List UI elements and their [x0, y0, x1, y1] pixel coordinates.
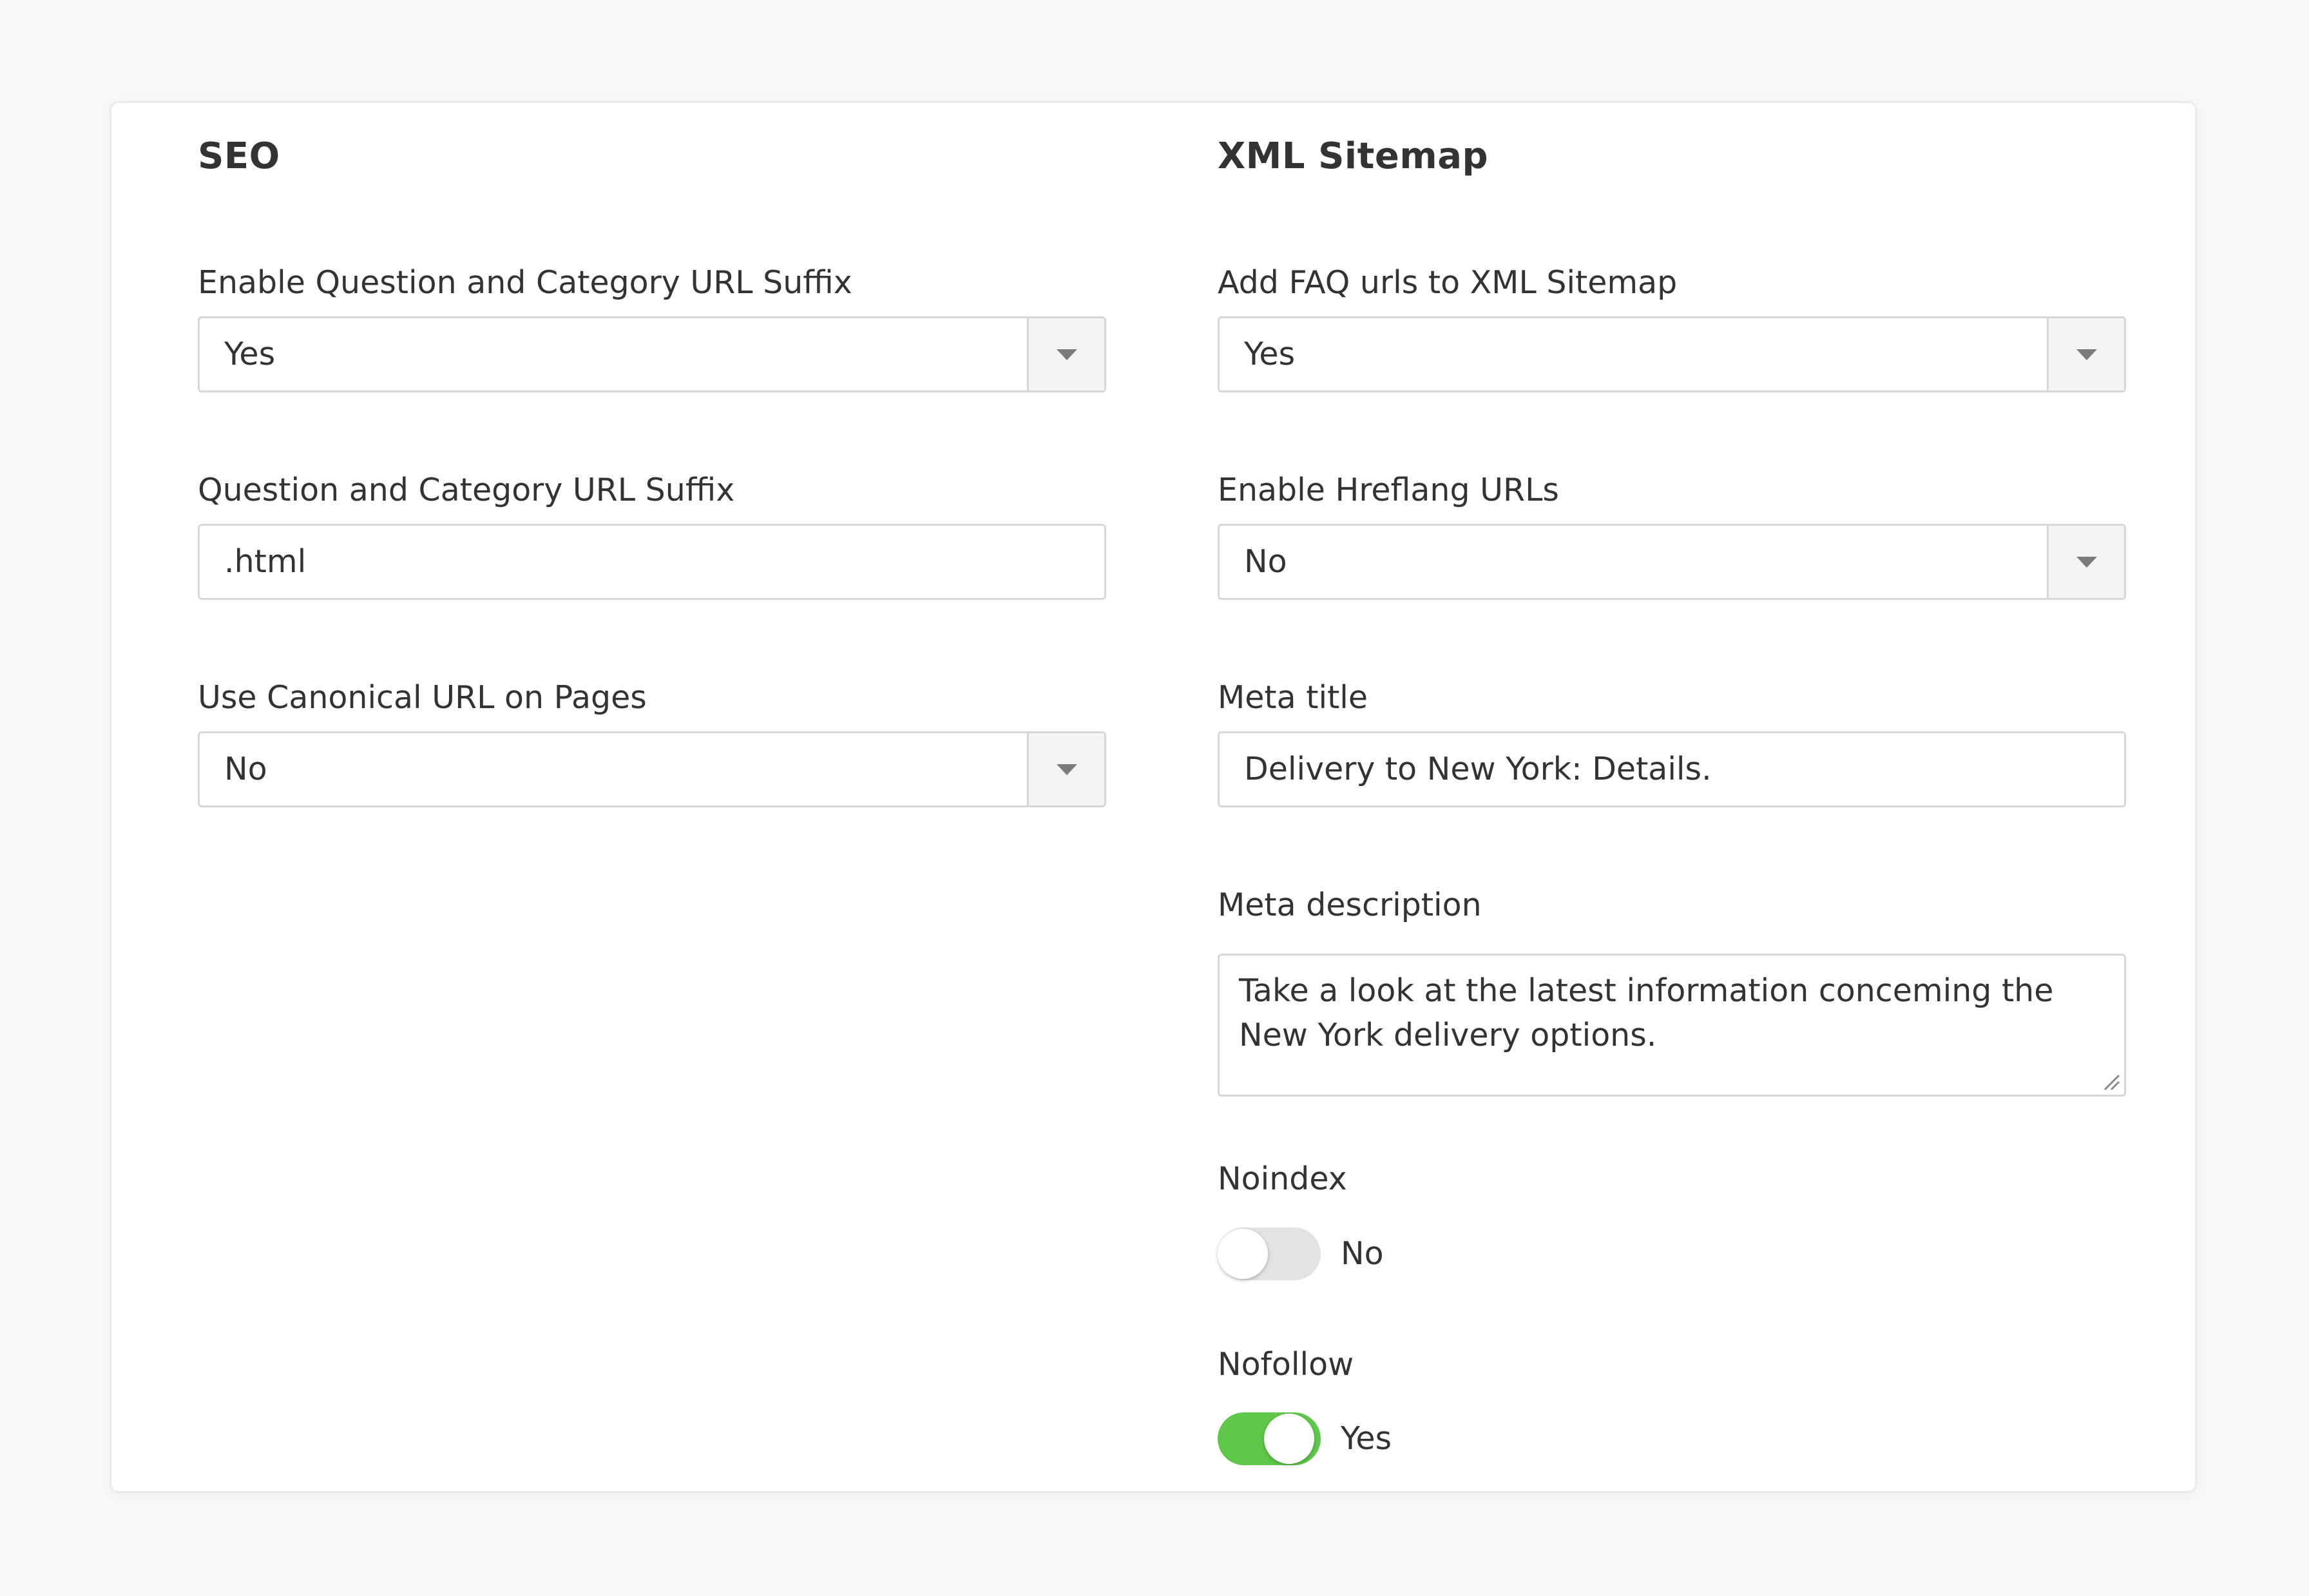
dropdown-button[interactable] — [1027, 318, 1104, 390]
meta-description-textarea[interactable]: Take a look at the latest information co… — [1218, 954, 2126, 1097]
meta-description-value: Take a look at the latest information co… — [1239, 972, 2054, 1053]
url-suffix-label: Question and Category URL Suffix — [198, 472, 735, 508]
add-faq-select[interactable]: Yes — [1218, 316, 2126, 392]
dropdown-button[interactable] — [1027, 733, 1104, 805]
toggle-knob — [1218, 1229, 1268, 1279]
canonical-url-select[interactable]: No — [198, 731, 1106, 807]
canonical-url-label: Use Canonical URL on Pages — [198, 679, 647, 716]
meta-title-label: Meta title — [1218, 679, 1368, 716]
chevron-down-icon — [2076, 557, 2097, 568]
canonical-url-value: No — [224, 751, 267, 787]
meta-title-value: Delivery to New York: Details. — [1244, 751, 1712, 787]
nofollow-state-label: Yes — [1341, 1420, 1392, 1457]
dropdown-button[interactable] — [2047, 318, 2124, 390]
resize-grip-icon[interactable] — [2101, 1072, 2120, 1091]
url-suffix-enable-label: Enable Question and Category URL Suffix — [198, 264, 852, 301]
url-suffix-enable-value: Yes — [224, 336, 276, 372]
url-suffix-enable-select[interactable]: Yes — [198, 316, 1106, 392]
chevron-down-icon — [2076, 349, 2097, 360]
hreflang-label: Enable Hreflang URLs — [1218, 472, 1559, 508]
nofollow-label: Nofollow — [1218, 1346, 1354, 1383]
seo-section-title: SEO — [198, 135, 280, 177]
hreflang-value: No — [1244, 543, 1287, 580]
meta-description-label: Meta description — [1218, 887, 1482, 923]
url-suffix-input[interactable]: .html — [198, 524, 1106, 600]
toggle-knob — [1264, 1414, 1314, 1464]
dropdown-button[interactable] — [2047, 526, 2124, 598]
meta-title-input[interactable]: Delivery to New York: Details. — [1218, 731, 2126, 807]
nofollow-toggle[interactable] — [1218, 1412, 1321, 1465]
add-faq-label: Add FAQ urls to XML Sitemap — [1218, 264, 1678, 301]
add-faq-value: Yes — [1244, 336, 1296, 372]
noindex-state-label: No — [1341, 1235, 1384, 1272]
url-suffix-value: .html — [224, 543, 307, 580]
sitemap-section-title: XML Sitemap — [1218, 135, 1489, 177]
chevron-down-icon — [1056, 764, 1077, 775]
hreflang-select[interactable]: No — [1218, 524, 2126, 600]
noindex-toggle[interactable] — [1218, 1227, 1321, 1280]
noindex-label: Noindex — [1218, 1160, 1347, 1197]
chevron-down-icon — [1056, 349, 1077, 360]
settings-card: SEO Enable Question and Category URL Suf… — [110, 101, 2197, 1493]
